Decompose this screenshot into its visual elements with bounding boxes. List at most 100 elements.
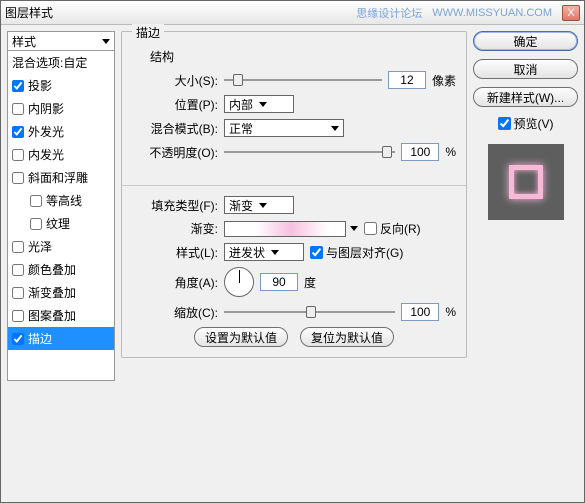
size-label: 大小(S): bbox=[132, 72, 218, 89]
position-dropdown[interactable]: 内部 bbox=[224, 95, 294, 113]
scale-input[interactable] bbox=[401, 303, 439, 321]
opacity-label: 不透明度(O): bbox=[132, 144, 218, 161]
style-dropdown[interactable]: 迸发状 bbox=[224, 243, 304, 261]
scale-row: 缩放(C): % bbox=[132, 303, 456, 321]
window-title: 图层样式 bbox=[5, 4, 53, 21]
angle-dial[interactable] bbox=[224, 267, 254, 297]
size-slider[interactable] bbox=[224, 71, 382, 89]
style-item-11[interactable]: 描边 bbox=[8, 327, 114, 350]
filltype-dropdown[interactable]: 渐变 bbox=[224, 196, 294, 214]
style-item-checkbox[interactable] bbox=[12, 333, 24, 345]
style-row: 样式(L): 迸发状 与图层对齐(G) bbox=[132, 243, 456, 261]
style-item-5[interactable]: 等高线 bbox=[8, 189, 114, 212]
style-item-checkbox[interactable] bbox=[12, 310, 24, 322]
style-item-label: 纹理 bbox=[46, 215, 70, 232]
style-item-label: 颜色叠加 bbox=[28, 261, 76, 278]
style-item-4[interactable]: 斜面和浮雕 bbox=[8, 166, 114, 189]
opacity-unit: % bbox=[445, 145, 456, 159]
style-item-checkbox[interactable] bbox=[12, 149, 24, 161]
style-item-label: 等高线 bbox=[46, 192, 82, 209]
gradient-swatch[interactable] bbox=[224, 221, 346, 237]
position-value: 内部 bbox=[229, 96, 253, 113]
preview-checkbox[interactable]: 预览(V) bbox=[473, 115, 578, 132]
style-item-checkbox[interactable] bbox=[30, 218, 42, 230]
style-item-label: 渐变叠加 bbox=[28, 284, 76, 301]
cancel-button[interactable]: 取消 bbox=[473, 59, 578, 79]
opacity-input[interactable] bbox=[401, 143, 439, 161]
gradient-row: 渐变: 反向(R) bbox=[132, 220, 456, 237]
position-row: 位置(P): 内部 bbox=[132, 95, 456, 113]
style-item-label: 内发光 bbox=[28, 146, 64, 163]
style-item-label: 图案叠加 bbox=[28, 307, 76, 324]
align-checkbox[interactable]: 与图层对齐(G) bbox=[310, 244, 403, 261]
size-input[interactable] bbox=[388, 71, 426, 89]
angle-label: 角度(A): bbox=[132, 274, 218, 291]
scale-slider[interactable] bbox=[224, 303, 395, 321]
style-item-checkbox[interactable] bbox=[12, 264, 24, 276]
style-item-9[interactable]: 渐变叠加 bbox=[8, 281, 114, 304]
close-button[interactable]: X bbox=[562, 5, 580, 21]
style-item-label: 光泽 bbox=[28, 238, 52, 255]
position-label: 位置(P): bbox=[132, 96, 218, 113]
blendmode-label: 混合模式(B): bbox=[132, 120, 218, 137]
watermark-text: 思缘设计论坛 bbox=[356, 5, 422, 21]
styles-header[interactable]: 样式 bbox=[7, 31, 115, 51]
chevron-down-icon[interactable] bbox=[350, 226, 358, 231]
scale-label: 缩放(C): bbox=[132, 304, 218, 321]
new-style-button[interactable]: 新建样式(W)... bbox=[473, 87, 578, 107]
blend-options-row[interactable]: 混合选项:自定 bbox=[8, 51, 114, 74]
align-label: 与图层对齐(G) bbox=[326, 244, 403, 261]
style-value: 迸发状 bbox=[229, 244, 265, 261]
styles-list: 混合选项:自定 投影内阴影外发光内发光斜面和浮雕等高线纹理光泽颜色叠加渐变叠加图… bbox=[7, 51, 115, 381]
styles-header-label: 样式 bbox=[12, 33, 36, 50]
style-item-checkbox[interactable] bbox=[30, 195, 42, 207]
chevron-down-icon bbox=[271, 250, 279, 255]
set-default-button[interactable]: 设置为默认值 bbox=[194, 327, 288, 347]
style-item-1[interactable]: 内阴影 bbox=[8, 97, 114, 120]
style-item-3[interactable]: 内发光 bbox=[8, 143, 114, 166]
style-item-checkbox[interactable] bbox=[12, 103, 24, 115]
blendmode-dropdown[interactable]: 正常 bbox=[224, 119, 344, 137]
reverse-label: 反向(R) bbox=[380, 220, 421, 237]
titlebar: 图层样式 思缘设计论坛 WWW.MISSYUAN.COM X bbox=[1, 1, 584, 25]
style-item-checkbox[interactable] bbox=[12, 80, 24, 92]
style-item-label: 斜面和浮雕 bbox=[28, 169, 88, 186]
style-item-8[interactable]: 颜色叠加 bbox=[8, 258, 114, 281]
style-item-label: 外发光 bbox=[28, 123, 64, 140]
blend-options-label: 混合选项:自定 bbox=[12, 54, 87, 71]
watermark-url: WWW.MISSYUAN.COM bbox=[432, 7, 552, 19]
preview-input[interactable] bbox=[498, 117, 511, 130]
opacity-slider[interactable] bbox=[224, 143, 395, 161]
blendmode-row: 混合模式(B): 正常 bbox=[132, 119, 456, 137]
gradient-label: 渐变: bbox=[132, 220, 218, 237]
stroke-panel: 描边 结构 大小(S): 像素 位置(P): 内部 bbox=[121, 31, 467, 496]
angle-row: 角度(A): 度 bbox=[132, 267, 456, 297]
style-item-label: 内阴影 bbox=[28, 100, 64, 117]
filltype-label: 填充类型(F): bbox=[132, 197, 218, 214]
style-item-checkbox[interactable] bbox=[12, 126, 24, 138]
preview-thumbnail bbox=[488, 144, 564, 220]
style-item-7[interactable]: 光泽 bbox=[8, 235, 114, 258]
style-item-checkbox[interactable] bbox=[12, 172, 24, 184]
style-item-0[interactable]: 投影 bbox=[8, 74, 114, 97]
style-item-6[interactable]: 纹理 bbox=[8, 212, 114, 235]
opacity-row: 不透明度(O): % bbox=[132, 143, 456, 161]
style-item-checkbox[interactable] bbox=[12, 241, 24, 253]
style-item-10[interactable]: 图案叠加 bbox=[8, 304, 114, 327]
reverse-input[interactable] bbox=[364, 222, 377, 235]
style-label: 样式(L): bbox=[132, 244, 218, 261]
filltype-value: 渐变 bbox=[229, 197, 253, 214]
chevron-down-icon bbox=[259, 102, 267, 107]
ok-button[interactable]: 确定 bbox=[473, 31, 578, 51]
reverse-checkbox[interactable]: 反向(R) bbox=[364, 220, 421, 237]
style-item-label: 投影 bbox=[28, 77, 52, 94]
style-item-checkbox[interactable] bbox=[12, 287, 24, 299]
structure-subgroup: 结构 大小(S): 像素 位置(P): 内部 混合模式( bbox=[132, 44, 456, 175]
chevron-down-icon bbox=[102, 39, 110, 44]
align-input[interactable] bbox=[310, 246, 323, 259]
style-item-label: 描边 bbox=[28, 330, 52, 347]
layer-style-dialog: 图层样式 思缘设计论坛 WWW.MISSYUAN.COM X 样式 混合选项:自… bbox=[0, 0, 585, 503]
style-item-2[interactable]: 外发光 bbox=[8, 120, 114, 143]
reset-default-button[interactable]: 复位为默认值 bbox=[300, 327, 394, 347]
angle-input[interactable] bbox=[260, 273, 298, 291]
